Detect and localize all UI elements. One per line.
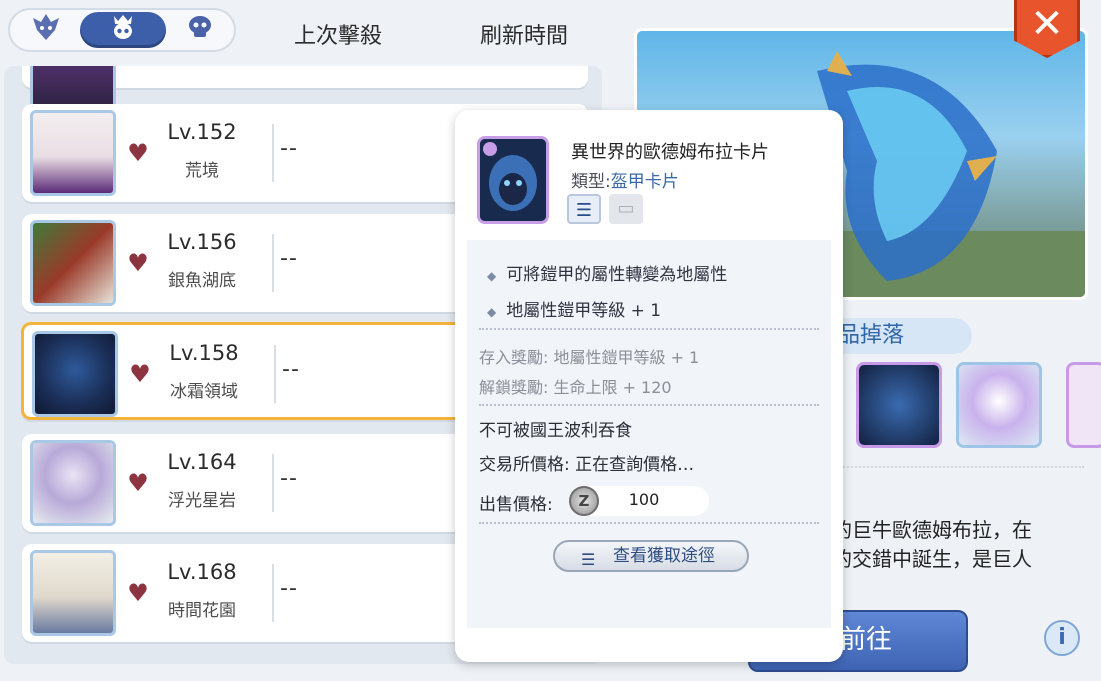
divider bbox=[479, 404, 819, 406]
divider bbox=[479, 328, 819, 330]
sell-price-label: 出售價格: bbox=[479, 495, 553, 515]
wolf-emblem-icon bbox=[29, 12, 63, 48]
info-icon[interactable]: i bbox=[1044, 620, 1080, 656]
skull-icon bbox=[186, 14, 214, 46]
boss-level: Lv.158 bbox=[169, 341, 239, 365]
item-type-label: 類型: bbox=[571, 172, 611, 192]
last-kill-time: -- bbox=[280, 246, 298, 271]
favorite-heart-icon[interactable]: ♥ bbox=[126, 141, 150, 165]
boss-portrait bbox=[30, 220, 116, 306]
inspect-card-icon[interactable]: ☰ bbox=[567, 194, 601, 224]
item-details: ◆ 可將鎧甲的屬性轉變為地屬性 ◆ 地屬性鎧甲等級 + 1 存入獎勵: 地屬性鎧甲等… bbox=[467, 240, 831, 628]
favorite-heart-icon[interactable]: ♥ bbox=[128, 362, 152, 386]
card-slot-icon: ▭ bbox=[609, 194, 643, 224]
boss-description: 的巨牛歐德姆布拉，在 的交錯中誕生，是巨人 bbox=[832, 516, 1094, 574]
favorite-heart-icon[interactable]: ♥ bbox=[126, 581, 150, 605]
sell-price-box: Z 100 bbox=[569, 486, 709, 516]
item-tooltip: 異世界的歐德姆布拉卡片 類型:盔甲卡片 ☰ ▭ ◆ 可將鎧甲的屬性轉變為地屬性 ◆… bbox=[455, 110, 843, 662]
divider bbox=[832, 466, 1084, 468]
divider bbox=[274, 345, 276, 403]
boss-zone: 浮光星岩 bbox=[168, 491, 236, 511]
last-kill-header: 上次擊殺 bbox=[294, 24, 383, 49]
view-source-label: 查看獲取途徑 bbox=[613, 546, 715, 566]
effect-line: ◆ 地屬性鎧甲等級 + 1 bbox=[487, 296, 661, 321]
view-source-button[interactable]: ☰ 查看獲取途徑 bbox=[553, 540, 749, 572]
divider bbox=[272, 234, 274, 292]
effect-line: ◆ 可將鎧甲的屬性轉變為地屬性 bbox=[487, 260, 727, 285]
unlock-reward: 解鎖獎勵: 生命上限 + 120 bbox=[479, 378, 672, 397]
boss-portrait bbox=[30, 110, 116, 196]
divider bbox=[272, 564, 274, 622]
boss-level: Lv.152 bbox=[167, 120, 237, 144]
drops-section-title: 品掉落 bbox=[824, 318, 972, 354]
boss-portrait bbox=[30, 550, 116, 636]
drop-item-partial[interactable] bbox=[1066, 362, 1101, 448]
divider bbox=[272, 454, 274, 512]
last-kill-time: -- bbox=[280, 466, 298, 491]
last-kill-time: -- bbox=[280, 136, 298, 161]
boss-level: Lv.168 bbox=[167, 560, 237, 584]
effect-text: 可將鎧甲的屬性轉變為地屬性 bbox=[506, 265, 728, 285]
exchange-price: 交易所價格: 正在查詢價格… bbox=[479, 455, 695, 475]
diamond-bullet-icon: ◆ bbox=[487, 269, 497, 283]
zeny-coin-icon: Z bbox=[569, 486, 599, 516]
tab-mini-skull[interactable] bbox=[168, 12, 232, 48]
crown-skull-icon bbox=[108, 12, 138, 48]
boss-level: Lv.164 bbox=[167, 450, 237, 474]
deposit-reward: 存入獎勵: 地屬性鎧甲等級 + 1 bbox=[479, 348, 700, 367]
last-kill-time: -- bbox=[282, 357, 300, 382]
description-line: 的巨牛歐德姆布拉，在 bbox=[832, 518, 1032, 542]
description-line: 的交錯中誕生，是巨人 bbox=[832, 547, 1032, 571]
sell-price-value: 100 bbox=[628, 490, 660, 509]
effect-text: 地屬性鎧甲等級 + 1 bbox=[506, 301, 662, 321]
favorite-heart-icon[interactable]: ♥ bbox=[126, 251, 150, 275]
boss-row-partial[interactable] bbox=[22, 66, 588, 112]
boss-zone: 時間花園 bbox=[168, 601, 236, 621]
devour-note: 不可被國王波利吞食 bbox=[479, 421, 632, 441]
item-type-value: 盔甲卡片 bbox=[610, 172, 679, 192]
diamond-bullet-icon: ◆ bbox=[487, 305, 497, 319]
boss-portrait bbox=[30, 440, 116, 526]
boss-level: Lv.156 bbox=[167, 230, 237, 254]
item-type: 類型:盔甲卡片 bbox=[571, 167, 679, 192]
magnifier-list-icon: ☰ bbox=[581, 550, 596, 569]
drop-item-card[interactable] bbox=[856, 362, 942, 448]
favorite-heart-icon[interactable]: ♥ bbox=[126, 471, 150, 495]
boss-zone: 銀魚湖底 bbox=[168, 271, 236, 291]
boss-portrait bbox=[32, 331, 118, 417]
item-card-image bbox=[477, 136, 549, 224]
tab-mvp-wolf[interactable] bbox=[14, 12, 78, 48]
divider bbox=[479, 522, 819, 524]
boss-zone: 冰霜領域 bbox=[170, 382, 238, 402]
boss-category-tabs bbox=[8, 8, 236, 52]
refresh-time-header: 刷新時間 bbox=[480, 24, 569, 49]
item-name: 異世界的歐德姆布拉卡片 bbox=[571, 142, 769, 163]
drop-item-ghost[interactable] bbox=[956, 362, 1042, 448]
tab-mvp-crown[interactable] bbox=[80, 12, 166, 48]
last-kill-time: -- bbox=[280, 576, 298, 601]
divider bbox=[272, 124, 274, 182]
boss-zone: 荒境 bbox=[185, 161, 219, 181]
